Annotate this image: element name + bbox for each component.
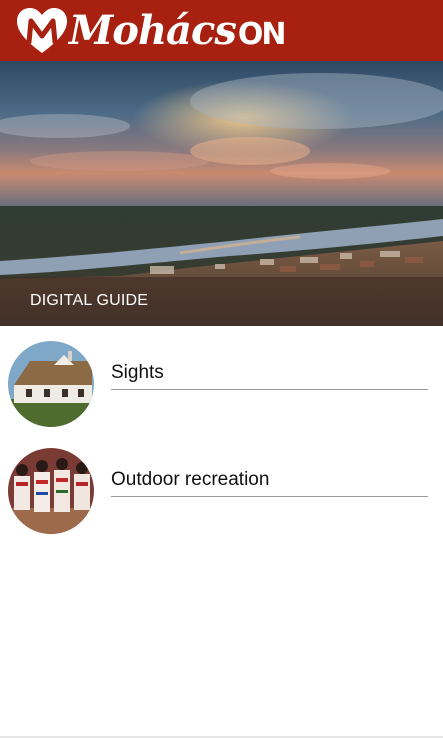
menu-item-label: Sights — [111, 362, 164, 383]
menu-item-sights[interactable]: Sights — [0, 334, 443, 434]
brand-main: Mohács — [69, 7, 237, 54]
heart-logo-icon — [17, 8, 67, 53]
farmhouse-photo-icon — [8, 341, 94, 427]
hero-title: DIGITAL GUIDE — [30, 292, 149, 309]
folk-dancers-photo-icon — [8, 448, 94, 534]
hero-banner: DIGITAL GUIDE — [0, 61, 443, 326]
app-logo[interactable]: MohácsON — [15, 4, 287, 58]
brand-name: MohácsON — [69, 11, 287, 52]
menu-item-outdoor-recreation[interactable]: Outdoor recreation — [0, 441, 443, 541]
menu-item-divider — [111, 389, 428, 390]
menu-item-label: Outdoor recreation — [111, 469, 270, 490]
app-header: MohácsON — [0, 0, 443, 61]
menu-item-divider — [111, 496, 428, 497]
brand-suffix: ON — [237, 17, 287, 52]
